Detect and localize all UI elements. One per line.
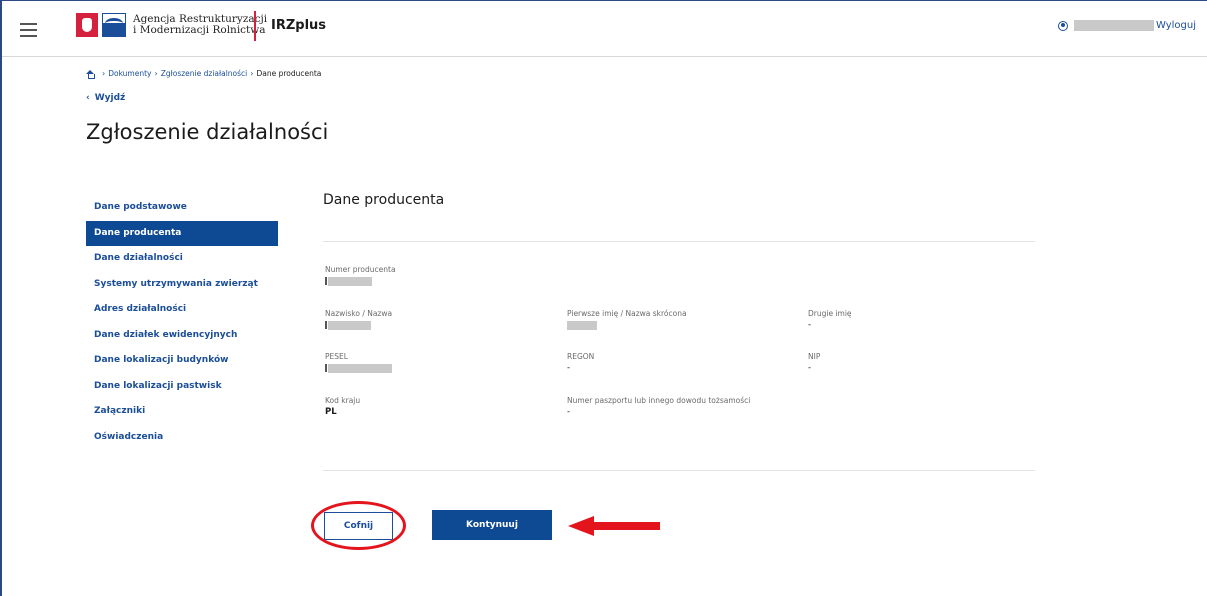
field-producer-number: Numer producenta xyxy=(325,265,396,286)
page-title: Zgłoszenie działalności xyxy=(86,120,329,144)
sidenav-item-attachments[interactable]: Załączniki xyxy=(86,399,278,425)
arimr-logo-icon xyxy=(102,13,126,37)
field-label: Drugie imię xyxy=(808,309,852,318)
field-second-name: Drugie imię - xyxy=(808,309,852,330)
sidenav-item-pasture-locations[interactable]: Dane lokalizacji pastwisk xyxy=(86,374,278,400)
field-value: - xyxy=(567,407,571,417)
sidenav-item-producer-data[interactable]: Dane producenta xyxy=(86,220,278,246)
breadcrumb-item-activity-report[interactable]: Zgłoszenie działalności xyxy=(161,69,248,78)
sidenav-item-activity-data[interactable]: Dane działalności xyxy=(86,246,278,272)
sidenav-item-activity-address[interactable]: Adres działalności xyxy=(86,297,278,323)
field-regon: REGON - xyxy=(567,352,594,373)
field-value: PL xyxy=(325,407,337,417)
sidenav-item-animal-systems[interactable]: Systemy utrzymywania zwierząt xyxy=(86,272,278,298)
app-name: IRZplus xyxy=(271,18,327,33)
redacted-username xyxy=(1074,20,1154,31)
field-label: Numer producenta xyxy=(325,265,396,274)
field-label: Numer paszportu lub innego dowodu tożsam… xyxy=(567,396,751,405)
sidenav-item-building-locations[interactable]: Dane lokalizacji budynków xyxy=(86,348,278,374)
redacted-value xyxy=(328,320,371,330)
field-value: - xyxy=(808,320,812,330)
home-icon[interactable] xyxy=(86,69,95,79)
redacted-value xyxy=(328,363,392,373)
user-panel: Wyloguj xyxy=(1058,20,1196,31)
user-icon xyxy=(1058,20,1068,31)
agency-name-line2: i Modernizacji Rolnictwa xyxy=(133,24,266,36)
annotation-circle xyxy=(311,501,406,550)
field-nip: NIP - xyxy=(808,352,820,373)
field-country-code: Kod kraju PL xyxy=(325,396,360,417)
header-separator xyxy=(254,11,256,41)
field-label: NIP xyxy=(808,352,821,361)
breadcrumb-current: Dane producenta xyxy=(256,69,322,78)
section-divider-bottom xyxy=(323,470,1035,471)
section-title: Dane producenta xyxy=(323,192,445,208)
chevron-right-icon: › xyxy=(154,69,158,78)
exit-label: Wyjdź xyxy=(94,93,126,103)
field-value: - xyxy=(567,363,571,373)
breadcrumb: › Dokumenty › Zgłoszenie działalności › … xyxy=(86,69,322,79)
field-label: Pierwsze imię / Nazwa skrócona xyxy=(567,309,687,318)
chevron-right-icon: › xyxy=(250,69,254,78)
chevron-left-icon: ‹ xyxy=(86,93,90,103)
sidenav-item-declarations[interactable]: Oświadczenia xyxy=(86,425,278,451)
field-value: - xyxy=(808,363,812,373)
annotation-arrow-icon xyxy=(568,516,660,536)
polish-eagle-icon xyxy=(76,13,98,37)
field-label: Kod kraju xyxy=(325,396,361,405)
section-divider-top xyxy=(323,241,1035,242)
breadcrumb-item-documents[interactable]: Dokumenty xyxy=(108,69,151,78)
sidenav-item-basic-data[interactable]: Dane podstawowe xyxy=(86,195,278,221)
field-passport: Numer paszportu lub innego dowodu tożsam… xyxy=(567,396,750,417)
top-header: Agencja Restrukturyzacji i Modernizacji … xyxy=(2,1,1207,57)
sidenav-item-parcels[interactable]: Dane działek ewidencyjnych xyxy=(86,323,278,349)
redacted-value xyxy=(328,276,372,286)
chevron-right-icon: › xyxy=(102,69,106,78)
field-surname: Nazwisko / Nazwa xyxy=(325,309,392,330)
field-pesel: PESEL xyxy=(325,352,392,373)
field-label: Nazwisko / Nazwa xyxy=(325,309,393,318)
side-navigation: Dane podstawowe Dane producenta Dane dzi… xyxy=(86,195,278,450)
logout-link[interactable]: Wyloguj xyxy=(1156,20,1196,31)
redacted-value xyxy=(567,320,597,330)
field-first-name: Pierwsze imię / Nazwa skrócona xyxy=(567,309,687,330)
continue-button[interactable]: Kontynuuj xyxy=(432,510,552,540)
exit-link[interactable]: ‹ Wyjdź xyxy=(86,93,125,103)
agency-logo[interactable]: Agencja Restrukturyzacji i Modernizacji … xyxy=(76,13,267,37)
field-label: REGON xyxy=(567,352,595,361)
menu-icon[interactable] xyxy=(20,23,37,37)
field-label: PESEL xyxy=(325,352,348,361)
